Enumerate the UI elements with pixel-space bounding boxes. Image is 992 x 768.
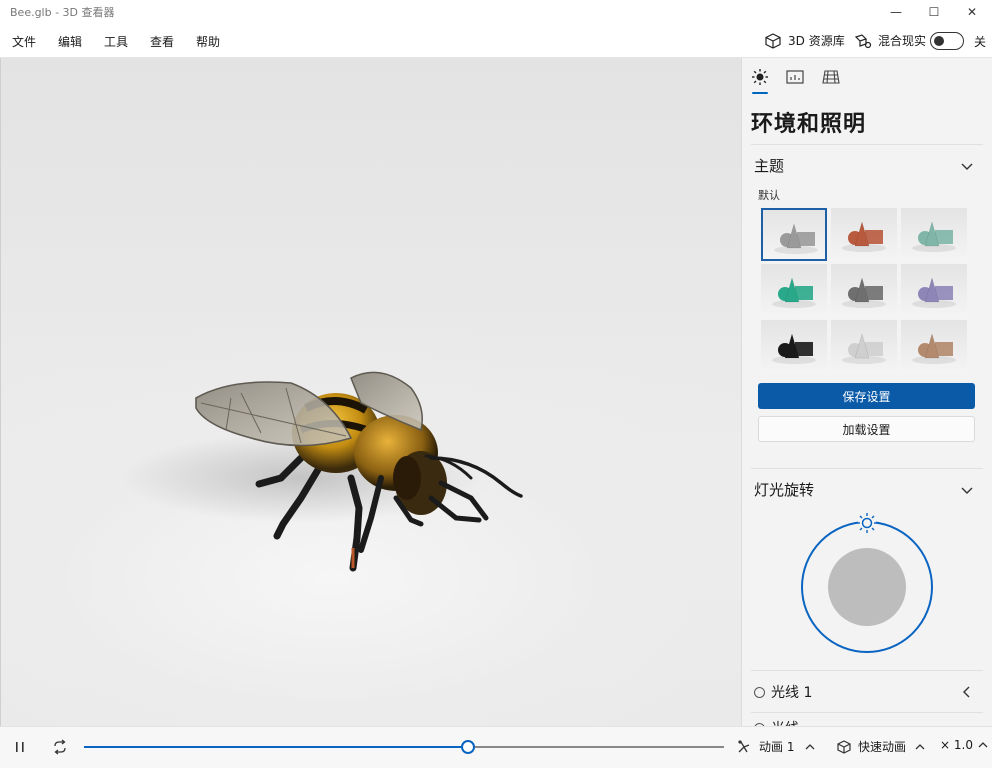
mixed-reality-toggle[interactable] (930, 32, 964, 50)
maximize-button[interactable]: ☐ (916, 0, 952, 24)
speed-selector[interactable]: × 1.0 (940, 738, 989, 752)
animation-selector[interactable]: 动画 1 (736, 738, 816, 755)
environment-panel: 环境和照明 主题 默认 保存设置 加载设置 灯光旋转 光线 1 (741, 58, 992, 726)
theme-default-label: 默认 (758, 189, 780, 202)
close-button[interactable]: ✕ (954, 0, 990, 24)
loop-button[interactable] (52, 739, 68, 755)
close-icon: ✕ (966, 5, 978, 19)
3d-library-button[interactable]: 3D 资源库 (764, 32, 845, 49)
stats-icon (786, 70, 804, 84)
3d-library-label: 3D 资源库 (788, 34, 845, 48)
mixed-reality-icon (854, 33, 872, 48)
theme-thumbnail[interactable] (761, 208, 827, 261)
3d-viewport[interactable] (0, 58, 741, 726)
divider (751, 468, 983, 469)
load-settings-button[interactable]: 加载设置 (758, 416, 975, 442)
toggle-knob (934, 36, 944, 46)
save-settings-label: 保存设置 (842, 389, 891, 404)
title-bar: Bee.glb - 3D 查看器 — ☐ ✕ (0, 0, 992, 24)
timeline-track[interactable] (84, 740, 724, 754)
theme-section-title: 主题 (754, 157, 785, 175)
quick-animation-label: 快速动画 (858, 740, 907, 754)
quick-animation-selector[interactable]: 快速动画 (836, 738, 926, 755)
toggle-state-label: 关 (974, 34, 987, 49)
light-1-radio[interactable] (754, 686, 765, 698)
light-2-item[interactable]: 光线 (754, 718, 799, 726)
quick-animation-icon (837, 739, 851, 754)
divider (751, 144, 983, 145)
chevron-up-icon (978, 742, 988, 748)
light-1-item[interactable]: 光线 1 (754, 682, 812, 702)
theme-thumbnail[interactable] (901, 264, 967, 317)
light-rotation-header[interactable]: 灯光旋转 (754, 479, 814, 500)
menu-file[interactable]: 文件 (12, 33, 36, 50)
chevron-down-icon[interactable] (960, 159, 974, 173)
tab-stats[interactable] (784, 66, 806, 88)
speed-label: × 1.0 (940, 738, 973, 752)
divider (751, 712, 983, 713)
playback-bar: 动画 1 快速动画 × 1.0 (0, 726, 992, 768)
light-rotation-title: 灯光旋转 (754, 481, 815, 499)
theme-grid (761, 208, 971, 374)
panel-title: 环境和照明 (751, 112, 867, 137)
animation-icon (738, 739, 750, 752)
tab-indicator (752, 92, 768, 94)
window-title: Bee.glb - 3D 查看器 (10, 6, 115, 19)
load-settings-label: 加载设置 (842, 422, 891, 437)
theme-thumbnail[interactable] (761, 264, 827, 317)
menu-help[interactable]: 帮助 (196, 33, 220, 50)
tab-environment[interactable] (749, 66, 771, 88)
save-settings-button[interactable]: 保存设置 (758, 383, 975, 409)
theme-thumbnail[interactable] (831, 208, 897, 261)
grid-icon (822, 70, 840, 84)
theme-thumbnail[interactable] (761, 320, 827, 373)
maximize-icon: ☐ (928, 5, 940, 19)
chevron-left-icon[interactable] (960, 685, 974, 699)
theme-thumbnail[interactable] (901, 320, 967, 373)
mixed-reality-label: 混合现实 (878, 34, 927, 48)
light-1-label: 光线 1 (771, 685, 813, 701)
menu-view[interactable]: 查看 (150, 33, 174, 50)
chevron-up-icon (805, 743, 815, 749)
chevron-down-icon[interactable] (960, 483, 974, 497)
timeline-thumb[interactable] (461, 740, 475, 754)
divider (751, 670, 983, 671)
pause-button[interactable] (13, 740, 27, 754)
timeline-progress (84, 746, 468, 748)
theme-section-header[interactable]: 主题 (754, 155, 784, 176)
menu-bar: 文件 编辑 工具 查看 帮助 3D 资源库 混合现实 关 (0, 24, 992, 58)
tab-grid[interactable] (820, 66, 842, 88)
light-rotation-dial[interactable] (797, 510, 937, 656)
menu-edit[interactable]: 编辑 (58, 33, 82, 50)
minimize-button[interactable]: — (878, 0, 914, 24)
light-sun-handle (857, 513, 877, 533)
cube-icon (765, 32, 781, 49)
sun-icon (752, 69, 768, 85)
theme-thumbnail[interactable] (831, 320, 897, 373)
mixed-reality-button[interactable]: 混合现实 (854, 32, 926, 49)
chevron-up-icon (915, 743, 925, 749)
bee-model (121, 371, 523, 572)
theme-thumbnail[interactable] (901, 208, 967, 261)
theme-thumbnail[interactable] (831, 264, 897, 317)
animation-label: 动画 1 (759, 740, 795, 754)
light-2-label: 光线 (771, 718, 799, 726)
menu-tools[interactable]: 工具 (104, 33, 128, 50)
mixed-reality-toggle-wrap: 关 (924, 32, 986, 50)
minimize-icon: — (890, 5, 902, 19)
